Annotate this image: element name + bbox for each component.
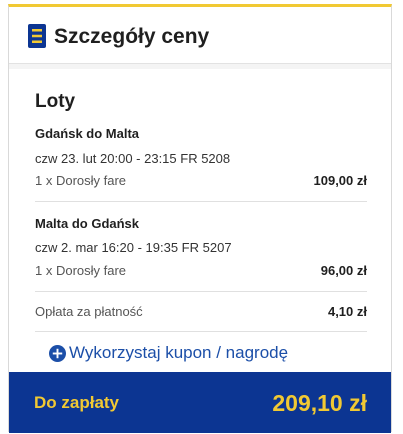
use-coupon-link[interactable]: Wykorzystaj kupon / nagrodę bbox=[49, 342, 288, 364]
flight-details: czw 23. lut 20:00 - 23:15 FR 5208 bbox=[35, 151, 231, 166]
fare-price: 96,00 zł bbox=[320, 263, 367, 278]
plus-circle-icon bbox=[49, 344, 66, 362]
fare-label: 1 x Dorosły fare bbox=[35, 263, 127, 278]
fare-label: 1 x Dorosły fare bbox=[35, 173, 127, 188]
total-value: 209,10 zł bbox=[272, 390, 367, 416]
divider bbox=[35, 291, 367, 292]
payment-fee-price: 4,10 zł bbox=[327, 304, 367, 319]
flights-section-title: Loty bbox=[35, 91, 76, 112]
payment-fee-label: Opłata za płatność bbox=[35, 304, 143, 319]
flight-details: czw 2. mar 16:20 - 19:35 FR 5207 bbox=[35, 240, 232, 255]
price-details-panel: Szczegóły ceny Loty Gdańsk do Malta czw … bbox=[8, 4, 392, 433]
total-label: Do zapłaty bbox=[34, 393, 120, 412]
flight-route: Gdańsk do Malta bbox=[35, 126, 140, 141]
panel-title: Szczegóły ceny bbox=[54, 25, 210, 48]
panel-header: Szczegóły ceny bbox=[9, 7, 391, 64]
price-breakdown: Loty Gdańsk do Malta czw 23. lut 20:00 -… bbox=[9, 69, 391, 372]
divider bbox=[35, 201, 367, 202]
fare-price: 109,00 zł bbox=[313, 173, 368, 188]
use-coupon-label: Wykorzystaj kupon / nagrodę bbox=[69, 343, 289, 362]
total-bar: Do zapłaty 209,10 zł bbox=[9, 372, 391, 433]
flight-route: Malta do Gdańsk bbox=[35, 216, 140, 231]
divider bbox=[35, 331, 367, 332]
document-list-icon bbox=[28, 24, 46, 48]
